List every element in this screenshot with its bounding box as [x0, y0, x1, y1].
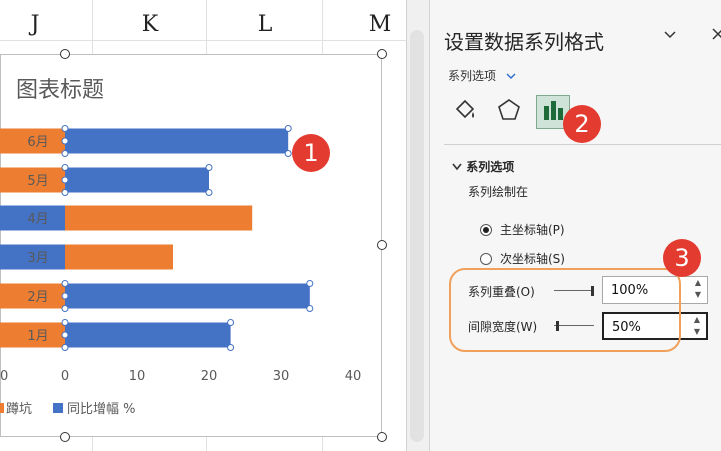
paint-bucket-icon — [452, 97, 478, 127]
secondary-axis-option[interactable]: 次坐标轴(S) — [480, 250, 565, 267]
bar[interactable] — [65, 283, 310, 309]
selection-handle[interactable] — [227, 319, 235, 326]
divider — [444, 144, 721, 145]
spin-arrows-icon[interactable]: ▲ ▼ — [688, 314, 706, 340]
selection-handle[interactable] — [205, 164, 213, 171]
bar[interactable] — [65, 128, 289, 154]
resize-handle[interactable] — [377, 432, 387, 442]
bar[interactable] — [65, 167, 209, 193]
radio-label: 次坐标轴(S) — [500, 252, 565, 266]
tick-label: 0 — [0, 369, 8, 384]
category-label: 3月 — [27, 251, 48, 266]
annotation-highlight — [449, 268, 681, 352]
category-label: 2月 — [27, 290, 48, 305]
annotation-badge: 2 — [563, 105, 601, 143]
category-label: 4月 — [27, 212, 48, 227]
selection-handle[interactable] — [61, 125, 69, 132]
resize-handle[interactable] — [60, 49, 70, 59]
selection-handle[interactable] — [306, 280, 314, 287]
category-label: 1月 — [27, 329, 48, 344]
legend-swatch — [53, 403, 63, 413]
bar[interactable] — [65, 322, 231, 348]
pane-title: 设置数据系列格式 — [444, 30, 604, 54]
selection-handle[interactable] — [284, 125, 292, 132]
selection-handle[interactable] — [61, 280, 69, 287]
selection-handle[interactable] — [61, 305, 69, 312]
selection-handle[interactable] — [61, 344, 69, 351]
scrollbar-thumb[interactable] — [410, 30, 424, 442]
selection-handle[interactable] — [306, 305, 314, 312]
chevron-down-icon — [452, 160, 466, 174]
primary-axis-option[interactable]: 主坐标轴(P) — [480, 221, 565, 238]
radio-label: 主坐标轴(P) — [500, 223, 565, 237]
pentagon-icon — [496, 97, 522, 127]
tick-label: 10 — [129, 369, 146, 384]
selection-handle[interactable] — [61, 331, 69, 339]
spin-arrows-icon[interactable]: ▲ ▼ — [689, 277, 707, 303]
vertical-scrollbar[interactable] — [406, 0, 429, 451]
close-icon[interactable] — [710, 26, 721, 47]
bar[interactable] — [65, 205, 253, 231]
resize-handle[interactable] — [377, 49, 387, 59]
annotation-badge: 3 — [663, 239, 701, 277]
selection-handle[interactable] — [61, 319, 69, 326]
category-label: 5月 — [27, 174, 48, 189]
series-options-dropdown[interactable]: 系列选项 — [448, 67, 516, 84]
tick-label: 0 — [61, 369, 69, 384]
radio-unselected[interactable] — [480, 252, 492, 265]
category-label: 6月 — [27, 135, 48, 150]
chevron-down-icon[interactable] — [662, 26, 678, 47]
selection-handle[interactable] — [284, 150, 292, 157]
resize-handle[interactable] — [60, 432, 70, 442]
chevron-down-icon — [506, 69, 516, 83]
dropdown-label: 系列选项 — [448, 69, 497, 83]
resize-handle[interactable] — [377, 240, 387, 250]
selection-handle[interactable] — [61, 150, 69, 157]
selection-handle[interactable] — [61, 292, 69, 300]
spreadsheet-area[interactable]: J K L M 图表标题 1月 2月 3月 4月 5月 6月 0 0 10 20 30 40 蹲坑同… — [0, 0, 406, 451]
bar-chart-icon — [541, 98, 565, 126]
selection-handle[interactable] — [61, 164, 69, 171]
selection-handle[interactable] — [227, 344, 235, 351]
annotation-badge: 1 — [292, 134, 330, 172]
tick-label: 30 — [273, 369, 290, 384]
selection-handle[interactable] — [61, 137, 69, 145]
fill-line-tab[interactable] — [448, 95, 482, 129]
selection-handle[interactable] — [205, 189, 213, 196]
radio-selected[interactable] — [480, 223, 492, 236]
bar-chart[interactable]: 1月 2月 3月 4月 5月 6月 0 0 10 20 30 40 蹲坑 同比增幅 % — [0, 0, 406, 451]
legend-label[interactable]: 蹲坑 — [6, 402, 32, 417]
selection-handle[interactable] — [61, 189, 69, 196]
legend-swatch — [0, 403, 4, 413]
selection-handle[interactable] — [61, 176, 69, 184]
legend-label[interactable]: 同比增幅 % — [67, 402, 136, 417]
plot-series-on-label: 系列绘制在 — [468, 185, 529, 199]
format-data-series-pane: 设置数据系列格式 系列选项 系列选项 系列绘制在 主坐标轴(P) 次坐标轴(S)… — [429, 0, 721, 451]
section-header-series-options[interactable]: 系列选项 — [452, 158, 514, 175]
effects-tab[interactable] — [492, 95, 526, 129]
tick-label: 40 — [345, 369, 362, 384]
bar[interactable] — [65, 244, 173, 270]
tick-label: 20 — [201, 369, 218, 384]
